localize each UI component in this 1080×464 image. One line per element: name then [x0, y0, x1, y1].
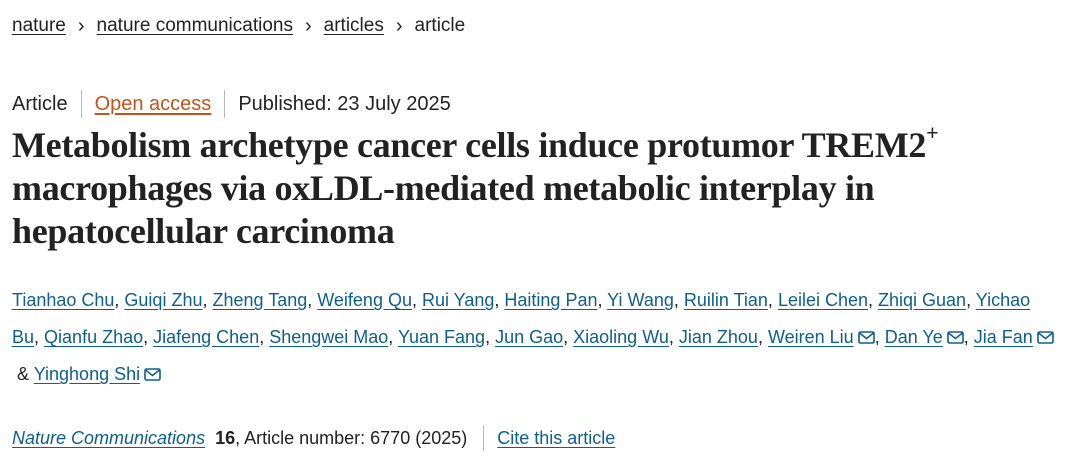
author-separator: , [563, 327, 574, 347]
envelope-icon[interactable] [1037, 331, 1054, 344]
breadcrumb-current: article [414, 15, 466, 36]
article-title: Metabolism archetype cancer cells induce… [12, 122, 1072, 253]
author-separator: , [307, 290, 318, 310]
author-separator: , [874, 327, 885, 347]
envelope-icon[interactable] [144, 368, 161, 381]
author-link[interactable]: Guiqi Zhu [124, 290, 202, 310]
title-superscript: + [926, 120, 939, 145]
envelope-icon[interactable] [857, 331, 875, 344]
author-separator: , [411, 290, 422, 310]
author-separator: , [673, 290, 684, 310]
author-link[interactable]: Zhiqi Guan [878, 290, 966, 310]
author-link[interactable]: Jiafeng Chen [153, 327, 259, 347]
author-link[interactable]: Qianfu Zhao [44, 327, 143, 347]
author-separator: , [202, 290, 213, 310]
author-link[interactable]: Shengwei Mao [269, 327, 388, 347]
breadcrumb-nature-communications[interactable]: nature communications [97, 15, 293, 37]
author-link[interactable]: Weifeng Qu [317, 290, 412, 310]
divider [224, 90, 226, 118]
author-link[interactable]: Yuan Fang [398, 327, 485, 347]
chevron-right-icon: › [304, 14, 312, 37]
author-separator: , [757, 327, 768, 347]
author-separator: , [259, 327, 270, 347]
breadcrumb-nature[interactable]: nature [12, 15, 66, 37]
breadcrumb: nature › nature communications › article… [12, 12, 465, 40]
author-separator: & [12, 364, 34, 384]
author-link[interactable]: Jian Zhou [679, 327, 758, 347]
author-separator: , [868, 290, 879, 310]
chevron-right-icon: › [395, 14, 403, 37]
author-separator: , [767, 290, 778, 310]
author-link[interactable]: Yi Wang [607, 290, 674, 310]
author-link[interactable]: Haiting Pan [504, 290, 597, 310]
author-link[interactable]: Xiaoling Wu [573, 327, 669, 347]
chevron-right-icon: › [77, 14, 85, 37]
author-link[interactable]: Dan Ye [885, 327, 943, 347]
author-separator: , [668, 327, 679, 347]
author-link[interactable]: Jia Fan [974, 327, 1033, 347]
author-separator: , [388, 327, 398, 347]
author-separator: , [34, 327, 45, 347]
author-separator: , [485, 327, 496, 347]
article-meta: Article Open access Published: 23 July 2… [12, 90, 451, 118]
article-number: , Article number: 6770 (2025) [235, 427, 468, 448]
author-separator: , [114, 290, 125, 310]
author-link[interactable]: Weiren Liu [768, 327, 854, 347]
journal-link[interactable]: Nature Communications [12, 428, 205, 449]
author-link[interactable]: Tianhao Chu [12, 290, 114, 310]
journal-volume: 16 [215, 427, 236, 448]
author-link[interactable]: Ruilin Tian [684, 290, 768, 310]
author-link[interactable]: Jun Gao [495, 327, 563, 347]
author-separator: , [597, 290, 608, 310]
divider [80, 90, 82, 118]
citation-line: Nature Communications 16 , Article numbe… [12, 424, 615, 452]
envelope-icon[interactable] [946, 331, 964, 344]
author-link[interactable]: Leilei Chen [778, 290, 868, 310]
open-access-link[interactable]: Open access [95, 93, 212, 116]
cite-this-article-link[interactable]: Cite this article [497, 428, 615, 449]
article-type: Article [12, 92, 68, 115]
divider [483, 425, 485, 451]
author-separator: , [966, 290, 976, 310]
title-rest: macrophages via oxLDL-mediated metabolic… [12, 168, 875, 251]
breadcrumb-articles[interactable]: articles [324, 15, 384, 37]
author-separator: , [143, 327, 154, 347]
author-link[interactable]: Yinghong Shi [34, 364, 140, 384]
author-separator: , [494, 290, 505, 310]
author-link[interactable]: Zheng Tang [212, 290, 307, 310]
published-date: Published: 23 July 2025 [238, 92, 451, 115]
author-list: Tianhao Chu, Guiqi Zhu, Zheng Tang, Weif… [12, 282, 1072, 393]
title-main: Metabolism archetype cancer cells induce… [12, 125, 927, 165]
author-separator: , [963, 327, 974, 347]
author-link[interactable]: Rui Yang [422, 290, 494, 310]
